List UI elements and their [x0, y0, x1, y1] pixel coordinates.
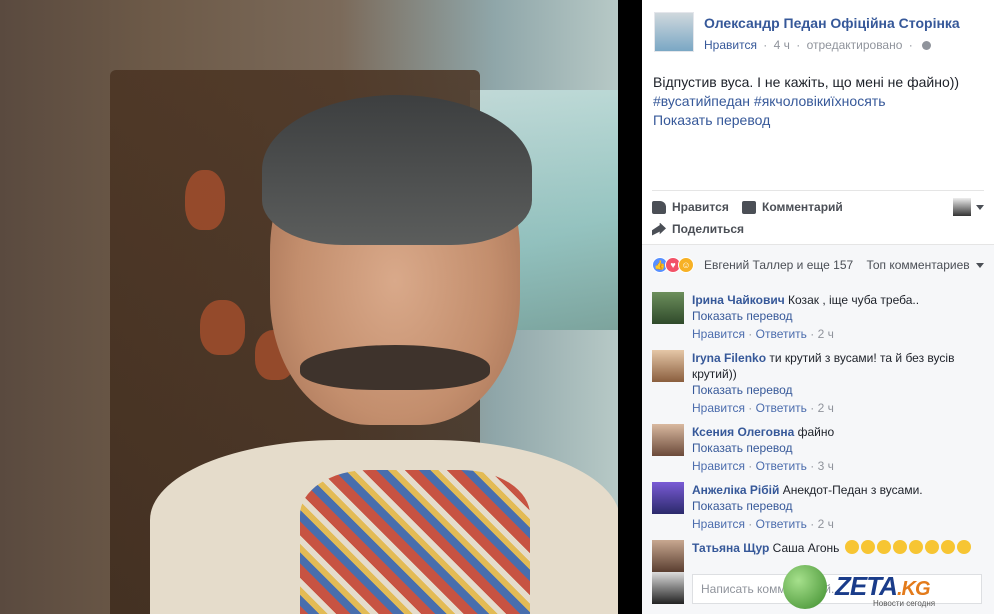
comment-actions: Нравится · Ответить · 2 ч	[692, 517, 834, 531]
caret-down-icon	[976, 263, 984, 269]
post-photo[interactable]	[0, 0, 618, 614]
comment-body: Iryna Filenko ти крутий з вусами! та й б…	[692, 350, 982, 416]
globe-logo-icon	[783, 565, 827, 609]
comment-translate-link[interactable]: Показать перевод	[692, 498, 982, 514]
background-pot	[185, 170, 225, 230]
laughing-emoji-icon	[876, 540, 891, 554]
comment-body: Ксения Олеговна файно Показать перевод Н…	[692, 424, 982, 474]
post-edited[interactable]: отредактировано	[807, 38, 903, 52]
action-row: Нравится Комментарий	[652, 198, 984, 220]
reactions-bar: 👍 ♥ ☺ Евгений Таллер и еще 157 Топ комме…	[642, 244, 994, 284]
comment-like-link[interactable]: Нравится	[692, 401, 745, 415]
comment-reply-link[interactable]: Ответить	[756, 517, 807, 531]
comment-author[interactable]: Анжеліка Рібій	[692, 483, 779, 497]
page-like-link[interactable]: Нравится	[704, 38, 757, 52]
share-button[interactable]: Поделиться	[652, 222, 744, 236]
globe-icon	[922, 41, 932, 51]
comment-time[interactable]: 3 ч	[818, 459, 834, 473]
person-mustache	[300, 345, 490, 390]
comment-reply-link[interactable]: Ответить	[756, 401, 807, 415]
viewer-avatar	[953, 198, 971, 216]
post-meta: Нравится · 4 ч · отредактировано ·	[704, 38, 932, 52]
post-text: Відпустив вуса. І не кажіть, що мені не …	[653, 73, 983, 130]
comment-like-link[interactable]: Нравится	[692, 327, 745, 341]
translate-link[interactable]: Показать перевод	[653, 111, 983, 130]
caret-down-icon	[976, 204, 984, 210]
like-icon	[652, 200, 666, 214]
share-row: Поделиться	[652, 220, 984, 242]
comment-text: файно	[797, 425, 835, 439]
divider	[652, 190, 984, 191]
page-avatar[interactable]	[654, 12, 694, 52]
comment-author[interactable]: Ірина Чайкович	[692, 293, 785, 307]
comment-body: Ірина Чайкович Козак , іще чуба треба.. …	[692, 292, 982, 342]
comment-like-link[interactable]: Нравится	[692, 517, 745, 531]
share-icon	[652, 222, 666, 236]
reactors-link[interactable]: Евгений Таллер и еще 157	[704, 258, 853, 272]
comment-author[interactable]: Татьяна Щур	[692, 541, 769, 555]
comment-icon	[742, 200, 756, 214]
laughing-emoji-icon	[860, 540, 875, 554]
person-hair	[262, 95, 532, 245]
laughing-emoji-icon	[956, 540, 971, 554]
haha-reaction-icon: ☺	[678, 257, 694, 273]
commenter-avatar[interactable]	[652, 350, 684, 382]
post-time[interactable]: 4 ч	[774, 38, 790, 52]
comment-time[interactable]: 2 ч	[818, 401, 834, 415]
post-panel: Олександр Педан Офіційна Сторінка Нравит…	[642, 0, 994, 614]
meta-separator: ·	[763, 38, 768, 52]
comment-time[interactable]: 2 ч	[818, 517, 834, 531]
comment-author[interactable]: Iryna Filenko	[692, 351, 766, 365]
comment-text: Саша Агонь	[772, 541, 840, 555]
viewer-selector[interactable]	[953, 198, 984, 216]
commenter-avatar[interactable]	[652, 482, 684, 514]
laughing-emoji-icon	[844, 540, 859, 554]
comment-text: Козак , іще чуба треба..	[788, 293, 920, 307]
share-label: Поделиться	[672, 222, 745, 236]
comment-text: Анекдот-Педан з вусами.	[782, 483, 923, 497]
like-label: Нравится	[672, 200, 729, 214]
comment-translate-link[interactable]: Показать перевод	[692, 382, 982, 398]
comment-label: Комментарий	[762, 200, 843, 214]
watermark-brand-text: ZETA	[835, 571, 898, 601]
watermark-logo: ZETA.KG Новости сегодня	[783, 565, 993, 613]
comment-translate-link[interactable]: Показать перевод	[692, 440, 982, 456]
post-header: Олександр Педан Офіційна Сторінка Нравит…	[654, 12, 984, 56]
post-hashtags[interactable]: #вусатийпедан #якчоловікиїхносять	[653, 92, 983, 111]
meta-separator: ·	[908, 38, 913, 52]
shirt-embroidery	[300, 470, 530, 614]
comment-time[interactable]: 2 ч	[818, 327, 834, 341]
top-comments-dropdown[interactable]: Топ комментариев	[866, 258, 984, 272]
background-pot	[200, 300, 245, 355]
laughing-emoji-icon	[940, 540, 955, 554]
comment-like-link[interactable]: Нравится	[692, 459, 745, 473]
comment-actions: Нравится · Ответить · 3 ч	[692, 459, 834, 473]
comment-reply-link[interactable]: Ответить	[756, 459, 807, 473]
comment-button[interactable]: Комментарий	[742, 200, 843, 214]
page-name-link[interactable]: Олександр Педан Офіційна Сторінка	[704, 15, 960, 31]
watermark-brand: ZETA.KG	[835, 571, 931, 602]
like-button[interactable]: Нравится	[652, 200, 729, 214]
reaction-icons[interactable]: 👍 ♥ ☺	[652, 257, 694, 273]
commenter-avatar[interactable]	[652, 424, 684, 456]
post-message: Відпустив вуса. І не кажіть, що мені не …	[653, 74, 960, 90]
laughing-emoji-icon	[924, 540, 939, 554]
commenter-avatar[interactable]	[652, 292, 684, 324]
comment-author[interactable]: Ксения Олеговна	[692, 425, 794, 439]
comment-actions: Нравится · Ответить · 2 ч	[692, 327, 834, 341]
laughing-emoji-icon	[892, 540, 907, 554]
watermark-tld: .KG	[896, 578, 931, 600]
top-comments-label: Топ комментариев	[866, 258, 970, 272]
meta-separator: ·	[796, 38, 801, 52]
commenter-avatar[interactable]	[652, 540, 684, 572]
comment-reply-link[interactable]: Ответить	[756, 327, 807, 341]
current-user-avatar	[652, 572, 684, 604]
comment-body: Анжеліка Рібій Анекдот-Педан з вусами. П…	[692, 482, 982, 532]
watermark-tagline: Новости сегодня	[873, 599, 936, 608]
comment-body: Татьяна Щур Саша Агонь	[692, 540, 982, 556]
laughing-emoji-icon	[908, 540, 923, 554]
comment-translate-link[interactable]: Показать перевод	[692, 308, 982, 324]
comment-actions: Нравится · Ответить · 2 ч	[692, 401, 834, 415]
